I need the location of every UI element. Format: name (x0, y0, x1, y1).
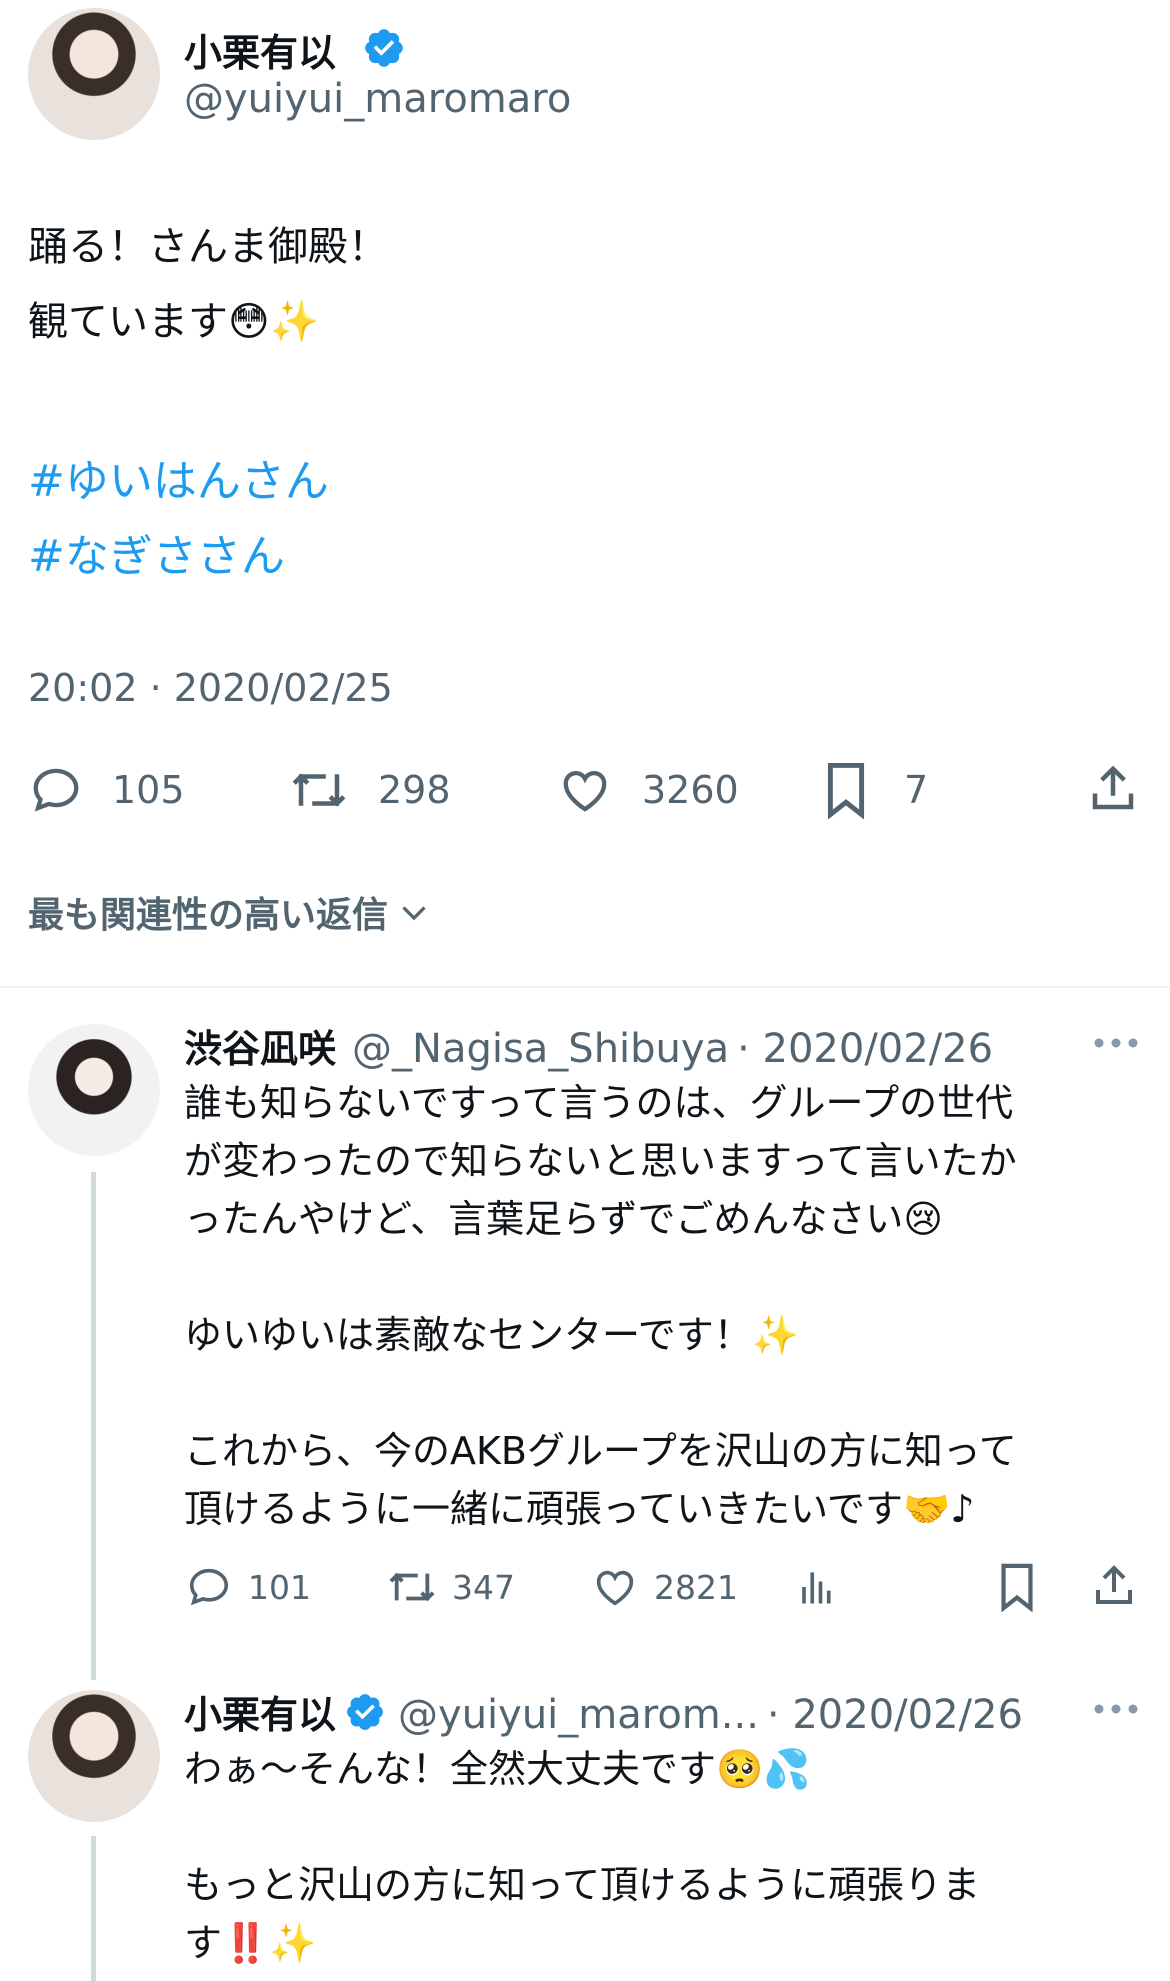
hashtag-yuihansan[interactable]: #ゆいはんさん (28, 445, 329, 509)
reply-line (184, 1798, 980, 1856)
views-icon[interactable] (790, 1562, 840, 1612)
section-divider (0, 986, 1170, 988)
reply-avatar[interactable] (28, 1690, 160, 1822)
main-author-avatar[interactable] (28, 8, 160, 140)
hashtag-nagisasan[interactable]: #なぎささん (28, 520, 285, 584)
main-author-name[interactable]: 小栗有以 (184, 22, 336, 77)
reply-line: 誰も知らないですって言うのは、グループの世代 (184, 1081, 1014, 1125)
retweet-count[interactable]: 347 (452, 1568, 515, 1607)
thread-line (91, 1836, 96, 1981)
bookmark-icon[interactable] (994, 1560, 1040, 1614)
reply-date[interactable]: · 2020/02/26 (737, 1026, 993, 1072)
thread-line (91, 1172, 96, 1680)
reply-author-name[interactable]: 渋谷凪咲 (184, 1018, 336, 1073)
reply-line: ったんやけど、言葉足らずでごめんなさい😢 (184, 1197, 943, 1241)
reply-header: 小栗有以 @yuiyui_marom... · 2020/02/26 (184, 1684, 1023, 1739)
reply-icon[interactable] (184, 1562, 234, 1612)
reply-author-name[interactable]: 小栗有以 (184, 1684, 336, 1739)
reply-line: ゆいゆいは素敵なセンターです！✨ (184, 1313, 800, 1357)
chevron-down-icon (396, 894, 432, 930)
reply-line (184, 1364, 1017, 1422)
reply-line (184, 1248, 1017, 1306)
main-author-handle[interactable]: @yuiyui_maromaro (184, 76, 571, 122)
like-icon[interactable] (556, 762, 614, 818)
retweet-icon[interactable] (384, 1562, 440, 1612)
reply-line: もっと沢山の方に知って頂けるように頑張りま (184, 1863, 981, 1907)
reply-sort-label: 最も関連性の高い返信 (28, 895, 389, 936)
reply-count[interactable]: 101 (248, 1568, 311, 1607)
reply-avatar[interactable] (28, 1024, 160, 1156)
main-tweet-line-1: 踊る！さんま御殿！ (28, 224, 388, 270)
reply-header: 渋谷凪咲 @_Nagisa_Shibuya · 2020/02/26 (184, 1018, 993, 1073)
reply-line: これから、今のAKBグループを沢山の方に知って (184, 1429, 1017, 1473)
reply-line: が変わったので知らないと思いますって言いたか (184, 1139, 1017, 1183)
retweet-count[interactable]: 298 (378, 768, 451, 812)
main-tweet-timestamp[interactable]: 20:02 · 2020/02/25 (28, 666, 393, 710)
bookmark-count[interactable]: 7 (904, 768, 928, 812)
bookmark-icon[interactable] (820, 760, 872, 820)
more-icon[interactable] (1090, 1028, 1142, 1058)
reply-author-handle[interactable]: @_Nagisa_Shibuya (352, 1026, 729, 1072)
verified-badge-icon (362, 26, 406, 70)
main-tweet-line-2: 観ています😳✨ (28, 299, 320, 345)
reply-body: わぁ〜そんな！全然大丈夫です🥺💦 もっと沢山の方に知って頂けるように頑張りま す… (184, 1740, 980, 1972)
reply-date[interactable]: · 2020/02/26 (767, 1692, 1023, 1738)
retweet-icon[interactable] (286, 762, 352, 818)
reply-line: わぁ〜そんな！全然大丈夫です🥺💦 (184, 1747, 811, 1791)
reply-body: 誰も知らないですって言うのは、グループの世代 が変わったので知らないと思いますっ… (184, 1074, 1017, 1538)
like-count[interactable]: 3260 (642, 768, 739, 812)
reply-line: 頂けるように一緒に頑張っていきたいです🤝♪ (184, 1487, 975, 1531)
reply-author-handle[interactable]: @yuiyui_marom... (398, 1692, 759, 1738)
share-icon[interactable] (1088, 1560, 1140, 1612)
reply-line: す‼️✨ (184, 1921, 317, 1965)
reply-count[interactable]: 105 (112, 768, 185, 812)
more-icon[interactable] (1090, 1694, 1142, 1724)
share-icon[interactable] (1084, 760, 1142, 818)
like-icon[interactable] (590, 1562, 640, 1612)
like-count[interactable]: 2821 (654, 1568, 738, 1607)
verified-badge-icon (344, 1691, 386, 1733)
reply-icon[interactable] (28, 762, 84, 818)
reply-sort-selector[interactable]: 最も関連性の高い返信 (28, 886, 432, 938)
